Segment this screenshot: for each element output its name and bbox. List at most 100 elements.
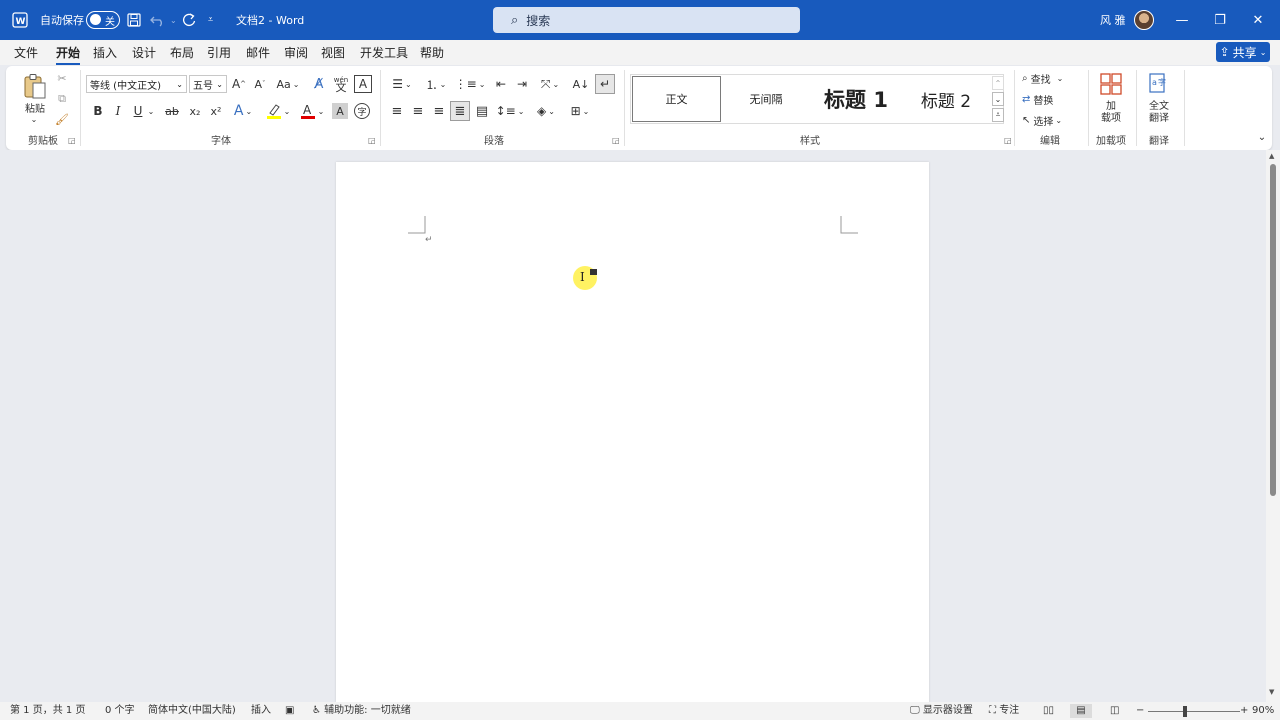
tab-file[interactable]: 文件	[14, 44, 38, 62]
change-case-icon[interactable]: Aa ⌄	[274, 75, 302, 93]
document-page[interactable]: ↵	[336, 162, 929, 702]
tab-mailings[interactable]: 邮件	[246, 44, 270, 62]
translate-icon[interactable]: a字	[1146, 71, 1172, 97]
scroll-thumb[interactable]	[1270, 164, 1276, 496]
macro-recording-icon[interactable]: ▣	[285, 704, 294, 718]
numbering-icon[interactable]: ⒈ ⌄	[422, 75, 450, 93]
strikethrough-button[interactable]: ab	[162, 102, 182, 120]
word-icon[interactable]: W	[12, 0, 28, 40]
font-name-select[interactable]: 等线 (中文正文) ⌄	[86, 75, 187, 93]
paste-icon[interactable]	[20, 72, 50, 102]
accessibility-status[interactable]: ♿︎ 辅助功能: 一切就绪	[312, 704, 411, 718]
phonetic-guide-icon[interactable]: wén 文	[332, 74, 350, 94]
print-layout-icon[interactable]: ▤	[1070, 704, 1092, 718]
share-button[interactable]: ⇪ 共享 ⌄	[1216, 42, 1270, 62]
close-icon[interactable]: ✕	[1238, 0, 1278, 40]
multilevel-list-icon[interactable]: ⋮≡ ⌄	[455, 75, 486, 93]
restore-icon[interactable]: ❐	[1200, 0, 1240, 40]
undo-icon[interactable]: ⌄	[150, 0, 177, 40]
addins-icon[interactable]	[1098, 71, 1124, 97]
decrease-indent-icon[interactable]: ⇤	[492, 75, 510, 93]
find-button[interactable]: ⌕ 查找 ⌄	[1022, 69, 1080, 87]
translate-label-2[interactable]: 翻译	[1142, 110, 1176, 124]
chinese-layout-icon[interactable]: ⤧ ⌄	[536, 75, 564, 93]
bold-button[interactable]: B	[90, 102, 106, 120]
minimize-icon[interactable]: —	[1162, 0, 1202, 40]
tab-insert[interactable]: 插入	[93, 44, 117, 62]
tab-help[interactable]: 帮助	[420, 44, 444, 62]
addins-label-2[interactable]: 载项	[1094, 110, 1128, 124]
clipboard-launcher-icon[interactable]: ◲	[68, 136, 76, 145]
tab-developer[interactable]: 开发工具	[360, 44, 408, 62]
character-border-icon[interactable]: A	[354, 75, 372, 93]
superscript-button[interactable]: x²	[207, 102, 225, 120]
underline-dropdown-icon[interactable]: ⌄	[146, 102, 156, 120]
justify-icon[interactable]: ≣	[450, 101, 470, 121]
character-shading-icon[interactable]: A	[332, 103, 348, 119]
copy-icon[interactable]: ⧉	[54, 91, 70, 107]
italic-button[interactable]: I	[110, 102, 126, 120]
zoom-out-icon[interactable]: −	[1136, 704, 1144, 718]
user-account[interactable]: 风 雅	[1100, 0, 1154, 40]
subscript-button[interactable]: x₂	[186, 102, 204, 120]
font-launcher-icon[interactable]: ◲	[368, 136, 376, 145]
grow-font-icon[interactable]: A ^	[230, 75, 248, 93]
align-left-icon[interactable]: ≡	[388, 102, 406, 120]
show-paragraph-marks-icon[interactable]: ↵	[595, 74, 615, 94]
underline-button[interactable]: U	[130, 102, 146, 120]
increase-indent-icon[interactable]: ⇥	[513, 75, 531, 93]
tab-references[interactable]: 引用	[207, 44, 231, 62]
style-normal[interactable]: 正文	[632, 76, 721, 122]
insert-mode[interactable]: 插入	[251, 704, 271, 718]
zoom-in-icon[interactable]: +	[1240, 704, 1248, 718]
word-count[interactable]: 0 个字	[105, 704, 135, 718]
tab-view[interactable]: 视图	[321, 44, 345, 62]
format-painter-icon[interactable]: 🖌	[54, 111, 70, 127]
align-center-icon[interactable]: ≡	[409, 102, 427, 120]
redo-icon[interactable]	[181, 0, 197, 40]
styles-scroll-down-icon[interactable]: ⌄	[992, 92, 1004, 106]
web-layout-icon[interactable]: ◫	[1110, 704, 1119, 718]
replace-button[interactable]: ⇄ 替换	[1022, 90, 1080, 108]
style-heading-2[interactable]: 标题 2	[903, 76, 989, 122]
shading-icon[interactable]: ◈ ⌄	[532, 102, 560, 120]
zoom-level[interactable]: 90%	[1252, 704, 1274, 718]
shrink-font-icon[interactable]: Aˇ	[251, 75, 269, 93]
save-icon[interactable]	[127, 0, 141, 40]
sort-icon[interactable]: A↓	[572, 75, 590, 93]
styles-launcher-icon[interactable]: ◲	[1004, 136, 1012, 145]
tab-design[interactable]: 设计	[132, 44, 156, 62]
paste-button[interactable]: 粘贴	[20, 100, 50, 115]
read-mode-icon[interactable]: ▯▯	[1043, 704, 1054, 718]
style-heading-1[interactable]: 标题 1	[811, 76, 901, 122]
style-no-spacing[interactable]: 无间隔	[723, 76, 809, 122]
clear-formatting-icon[interactable]: A̸	[310, 75, 328, 93]
text-effects-icon[interactable]: A ⌄	[230, 102, 256, 120]
scroll-down-icon[interactable]: ▼	[1269, 688, 1274, 696]
highlight-color-icon[interactable]: ⌄	[264, 102, 292, 120]
font-size-select[interactable]: 五号 ⌄	[189, 75, 227, 93]
page-count[interactable]: 第 1 页，共 1 页	[10, 704, 85, 718]
scroll-up-icon[interactable]: ▲	[1269, 152, 1274, 160]
styles-scroll-up-icon[interactable]: ⌃	[992, 76, 1004, 90]
font-color-icon[interactable]: A ⌄	[298, 102, 326, 120]
distributed-icon[interactable]: ▤	[473, 102, 491, 120]
zoom-slider[interactable]	[1148, 711, 1240, 712]
collapse-ribbon-icon[interactable]: ⌄	[1256, 130, 1268, 144]
search-box[interactable]: ⌕ 搜索	[493, 7, 800, 33]
customize-qat-icon[interactable]: ⩡	[208, 0, 213, 40]
autosave-toggle[interactable]: 关	[82, 0, 120, 40]
zoom-slider-thumb[interactable]	[1183, 706, 1187, 717]
display-settings[interactable]: 🖵 显示器设置	[910, 704, 973, 718]
cut-icon[interactable]: ✂	[54, 70, 70, 86]
vertical-scrollbar[interactable]: ▲ ▼	[1266, 150, 1280, 702]
tab-home[interactable]: 开始	[56, 44, 81, 65]
select-button[interactable]: ↖ 选择 ⌄	[1022, 111, 1080, 129]
line-spacing-icon[interactable]: ↕≡ ⌄	[496, 102, 525, 120]
tab-layout[interactable]: 布局	[170, 44, 194, 62]
language-indicator[interactable]: 简体中文(中国大陆)	[148, 704, 236, 718]
align-right-icon[interactable]: ≡	[430, 102, 448, 120]
bullets-icon[interactable]: ☰ ⌄	[388, 75, 416, 93]
paragraph-launcher-icon[interactable]: ◲	[612, 136, 620, 145]
tab-review[interactable]: 审阅	[284, 44, 308, 62]
